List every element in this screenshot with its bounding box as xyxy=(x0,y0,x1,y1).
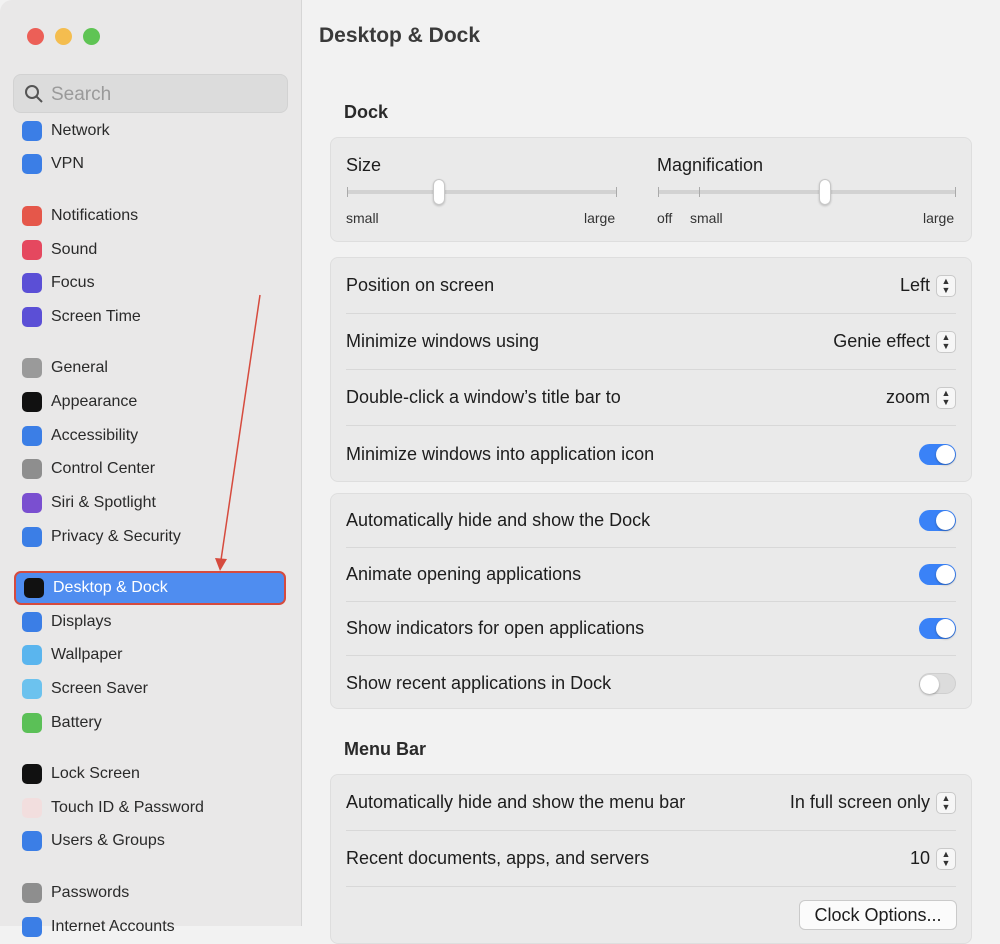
setting-row-recent-documents-apps-and-servers: Recent documents, apps, and servers 10 ▲▼ xyxy=(346,831,956,887)
toggle-switch[interactable] xyxy=(919,673,956,694)
setting-row-show-indicators-for-open-applications: Show indicators for open applications xyxy=(346,602,956,656)
popup-button[interactable]: 10 ▲▼ xyxy=(910,848,956,870)
dock-options-card: Position on screenLeft▲▼Minimize windows… xyxy=(330,257,972,482)
popup-button[interactable]: Left ▲▼ xyxy=(900,275,956,297)
setting-label: Double-click a window’s title bar to xyxy=(346,387,621,408)
setting-label: Automatically hide and show the menu bar xyxy=(346,792,685,813)
size-slider-thumb[interactable] xyxy=(433,179,445,205)
setting-row-automatically-hide-and-show-the-menu-bar: Automatically hide and show the menu bar… xyxy=(346,775,956,831)
popup-value: 10 xyxy=(910,848,930,869)
toggle-switch[interactable] xyxy=(919,618,956,639)
dock-sliders-card: Size small large Magnification off small… xyxy=(330,137,972,242)
page-title: Desktop & Dock xyxy=(319,24,480,48)
size-min-label: small xyxy=(346,210,379,226)
setting-row-minimize-windows-using: Minimize windows using Genie effect ▲▼ xyxy=(346,314,956,370)
setting-label: Minimize windows into application icon xyxy=(346,444,654,465)
popup-value: In full screen only xyxy=(790,792,930,813)
magnification-off-label: off xyxy=(657,210,672,226)
setting-label: Show indicators for open applications xyxy=(346,618,644,639)
stepper-chevrons-icon: ▲▼ xyxy=(936,792,956,814)
setting-row-show-recent-applications-in-dock: Show recent applications in Dock xyxy=(346,656,956,710)
setting-row-animate-opening-applications: Animate opening applications xyxy=(346,548,956,602)
dock-heading: Dock xyxy=(344,102,388,123)
magnification-label: Magnification xyxy=(657,155,763,176)
annotation-arrow xyxy=(0,0,302,926)
setting-label: Position on screen xyxy=(346,275,494,296)
setting-label: Minimize windows using xyxy=(346,331,539,352)
magnification-max-label: large xyxy=(923,210,954,226)
toggle-switch[interactable] xyxy=(919,444,956,465)
magnification-slider[interactable] xyxy=(658,190,956,194)
setting-row-minimize-windows-into-application-icon: Minimize windows into application icon xyxy=(346,426,956,482)
dock-toggles-card: Automatically hide and show the Dock Anim… xyxy=(330,493,972,709)
popup-value: zoom xyxy=(886,387,930,408)
size-label: Size xyxy=(346,155,381,176)
popup-button[interactable]: Genie effect ▲▼ xyxy=(833,331,956,353)
popup-value: Left xyxy=(900,275,930,296)
stepper-chevrons-icon: ▲▼ xyxy=(936,331,956,353)
setting-label: Show recent applications in Dock xyxy=(346,673,611,694)
popup-button[interactable]: In full screen only ▲▼ xyxy=(790,792,956,814)
menubar-heading: Menu Bar xyxy=(344,739,426,760)
magnification-min-label: small xyxy=(690,210,723,226)
toggle-switch[interactable] xyxy=(919,510,956,531)
setting-label: Automatically hide and show the Dock xyxy=(346,510,650,531)
setting-row-position-on-screen: Position on screen Left ▲▼ xyxy=(346,258,956,314)
setting-row-double-click-a-window-s-title-bar-to: Double-click a window’s title bar to zoom… xyxy=(346,370,956,426)
setting-label: Animate opening applications xyxy=(346,564,581,585)
popup-button[interactable]: zoom ▲▼ xyxy=(886,387,956,409)
stepper-chevrons-icon: ▲▼ xyxy=(936,275,956,297)
magnification-slider-thumb[interactable] xyxy=(819,179,831,205)
setting-row-automatically-hide-and-show-the-dock: Automatically hide and show the Dock xyxy=(346,494,956,548)
stepper-chevrons-icon: ▲▼ xyxy=(936,848,956,870)
size-slider[interactable] xyxy=(347,190,617,194)
toggle-switch[interactable] xyxy=(919,564,956,585)
setting-label: Recent documents, apps, and servers xyxy=(346,848,649,869)
size-max-label: large xyxy=(584,210,615,226)
popup-value: Genie effect xyxy=(833,331,930,352)
stepper-chevrons-icon: ▲▼ xyxy=(936,387,956,409)
